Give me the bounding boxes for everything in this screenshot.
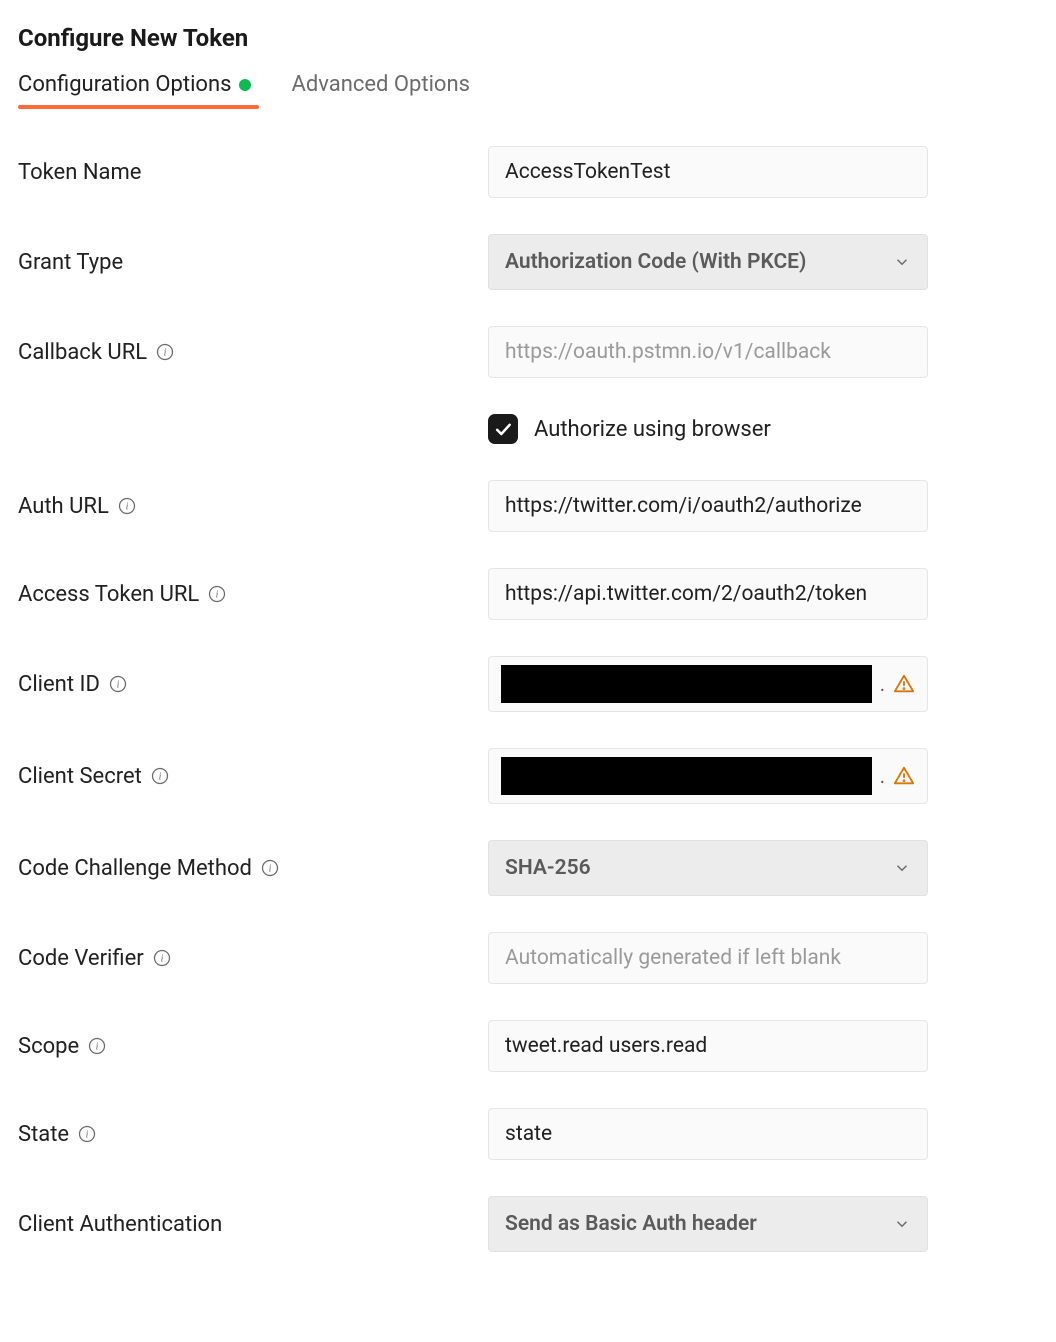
svg-text:i: i [164,347,167,358]
client-id-label: Client ID i [18,672,488,697]
info-icon[interactable]: i [108,674,128,694]
authorize-browser-checkbox[interactable] [488,414,518,444]
select-value: Authorization Code (With PKCE) [505,250,806,274]
info-icon[interactable]: i [150,766,170,786]
access-token-url-label: Access Token URL i [18,582,488,607]
info-icon[interactable]: i [207,584,227,604]
scope-input[interactable] [488,1020,928,1072]
page-title: Configure New Token [18,24,1038,52]
svg-text:i: i [117,679,120,690]
info-icon[interactable]: i [152,948,172,968]
tab-advanced-options[interactable]: Advanced Options [291,72,470,109]
code-verifier-input[interactable] [488,932,928,984]
chevron-down-icon [893,253,911,271]
redacted-value [501,665,872,703]
warning-icon [893,673,915,695]
callback-url-label: Callback URL i [18,340,488,365]
info-icon[interactable]: i [77,1124,97,1144]
client-id-input[interactable]: . [488,656,928,712]
client-secret-label: Client Secret i [18,764,488,789]
callback-url-input[interactable] [488,326,928,378]
code-challenge-method-label: Code Challenge Method i [18,856,488,881]
token-form: Token Name Grant Type Authorization Code… [18,146,1038,1252]
code-challenge-method-select[interactable]: SHA-256 [488,840,928,896]
client-secret-input[interactable]: . [488,748,928,804]
chevron-down-icon [893,859,911,877]
tab-label: Configuration Options [18,72,231,97]
info-icon[interactable]: i [260,858,280,878]
code-verifier-label: Code Verifier i [18,946,488,971]
svg-text:i: i [160,953,163,964]
auth-url-input[interactable] [488,480,928,532]
access-token-url-input[interactable] [488,568,928,620]
grant-type-select[interactable]: Authorization Code (With PKCE) [488,234,928,290]
svg-text:i: i [125,501,128,512]
tab-label: Advanced Options [291,72,470,97]
client-authentication-label: Client Authentication [18,1212,488,1237]
tabs: Configuration Options Advanced Options [18,72,1038,110]
svg-text:i: i [86,1129,89,1140]
svg-text:i: i [216,589,219,600]
tab-configuration-options[interactable]: Configuration Options [18,72,251,109]
svg-text:i: i [269,863,272,874]
svg-text:i: i [96,1041,99,1052]
scope-label: Scope i [18,1034,488,1059]
auth-url-label: Auth URL i [18,494,488,519]
authorize-browser-label: Authorize using browser [534,417,771,442]
info-icon[interactable]: i [117,496,137,516]
token-name-label: Token Name [18,160,488,185]
redacted-value [501,757,872,795]
status-dot-icon [239,79,251,91]
grant-type-label: Grant Type [18,250,488,275]
svg-text:i: i [158,771,161,782]
select-value: SHA-256 [505,856,591,880]
info-icon[interactable]: i [155,342,175,362]
chevron-down-icon [893,1215,911,1233]
token-name-input[interactable] [488,146,928,198]
warning-icon [893,765,915,787]
select-value: Send as Basic Auth header [505,1212,757,1236]
client-authentication-select[interactable]: Send as Basic Auth header [488,1196,928,1252]
info-icon[interactable]: i [87,1036,107,1056]
state-input[interactable] [488,1108,928,1160]
state-label: State i [18,1122,488,1147]
